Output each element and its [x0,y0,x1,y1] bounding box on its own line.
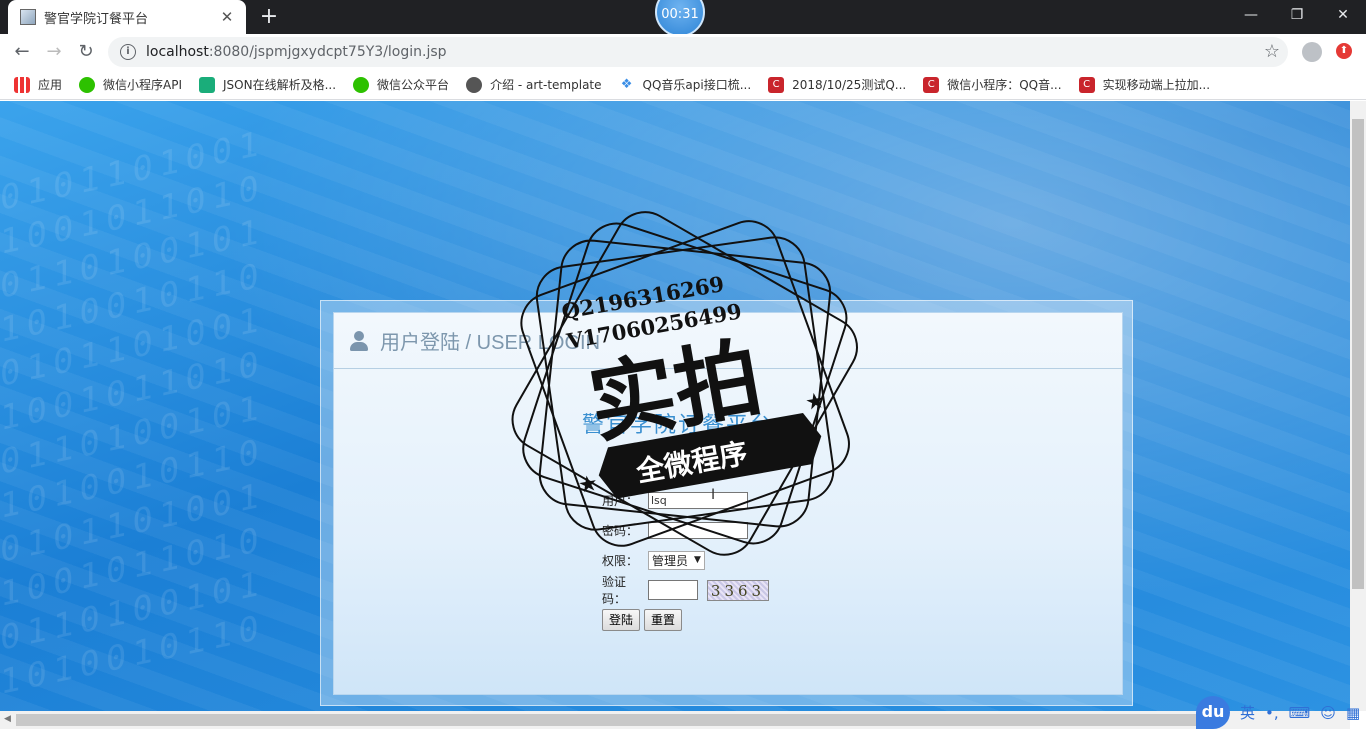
system-title: 警官学院订餐平台 [582,413,775,438]
ime-language-toggle[interactable]: 英 [1240,702,1255,723]
role-label: 权限： [602,553,639,568]
bookmark-item[interactable]: C 微信小程序：QQ音... [923,76,1062,93]
vertical-scrollbar[interactable] [1350,101,1366,711]
wechat-icon [353,76,370,93]
role-row: 权限： 管理员 ▼ [602,545,769,575]
login-header-title: 用户登陆 / USER LOGIN [380,332,601,354]
bookmark-apps[interactable]: 应用 [14,76,62,93]
grid-menu-icon[interactable]: ▦ [1346,704,1360,722]
bookmark-item[interactable]: ❖ QQ音乐api接口梳... [619,76,752,93]
c-icon: C [923,76,940,93]
url-text: localhost:8080/jspmjgxydcpt75Y3/login.js… [146,44,447,60]
tab-strip: 警官学院订餐平台 ✕ + 00:31 — ❐ ✕ [0,0,1366,37]
scroll-left-arrow-icon[interactable]: ◀ [4,714,11,724]
bookmark-item[interactable]: 微信小程序API [79,76,182,93]
user-icon [348,330,370,352]
browser-toolbar: ← → ↻ i localhost:8080/jspmjgxydcpt75Y3/… [0,34,1366,70]
globe-icon [466,76,483,93]
bookmarks-bar: 应用 微信小程序API JSON在线解析及格... 微信公众平台 介绍 - ar… [0,70,1366,100]
text-cursor-icon: I [711,487,716,503]
restore-window-icon[interactable]: ❐ [1274,0,1320,32]
profile-avatar-icon[interactable] [1302,42,1322,62]
horizontal-scrollbar[interactable]: ◀ [0,711,1350,729]
json-icon [199,76,216,93]
bookmark-label: JSON在线解析及格... [223,78,337,92]
wechat-icon [79,76,96,93]
username-input[interactable]: lsq [648,491,748,509]
password-row: 密码： [602,515,769,545]
browser-tab[interactable]: 警官学院订餐平台 ✕ [8,0,246,34]
bookmark-label: 应用 [38,78,63,92]
captcha-row: 验证码： 3363 [602,575,769,606]
bookmark-item[interactable]: JSON在线解析及格... [199,76,336,93]
login-form: 用户： lsq 密码： 权限： 管理员 ▼ 验证码： 3363 登陆 重置 [602,485,769,635]
password-input[interactable] [648,521,748,539]
bookmark-label: 微信公众平台 [377,78,450,92]
bookmark-item[interactable]: C 实现移动端上拉加... [1078,76,1211,93]
username-row: 用户： lsq [602,485,769,515]
bookmark-item[interactable]: 介绍 - art-template [466,76,602,93]
bookmark-label: 2018/10/25测试Q... [792,78,907,92]
login-panel-frame: 用户登陆 / USER LOGIN 警官学院订餐平台 用户： lsq 密码： 权… [320,300,1133,706]
punctuation-icon[interactable]: •, [1265,704,1279,722]
new-tab-button[interactable]: + [256,4,282,30]
ime-toolbar: du 英 •, ⌨ ☺ ▦ [1196,696,1366,729]
role-select-value: 管理员 [652,553,689,568]
c-icon: C [768,76,785,93]
user-account-icon[interactable]: ☺ [1320,704,1336,722]
tab-title: 警官学院订餐平台 [44,11,149,27]
horizontal-scroll-thumb[interactable] [16,714,1216,726]
baidu-ime-logo[interactable]: du [1196,696,1230,729]
reset-button[interactable]: 重置 [644,609,683,631]
minimize-window-icon[interactable]: — [1228,0,1274,32]
url-path: :8080/jspmjgxydcpt75Y3/login.jsp [208,44,447,60]
site-info-icon[interactable]: i [120,44,136,60]
login-button[interactable]: 登陆 [602,609,641,631]
dropdown-arrow-icon: ▼ [694,555,701,565]
captcha-input[interactable] [648,580,698,600]
apps-icon [14,76,30,93]
bookmark-label: 微信小程序API [103,78,183,92]
role-select[interactable]: 管理员 ▼ [648,550,705,570]
reload-icon[interactable]: ↻ [72,38,100,66]
extension-icon[interactable]: ⬆ [1336,43,1352,59]
bookmark-label: 实现移动端上拉加... [1102,78,1211,92]
bookmark-item[interactable]: 微信公众平台 [353,76,449,93]
vertical-scroll-thumb[interactable] [1352,119,1364,589]
password-label: 密码： [602,523,639,538]
login-panel-header: 用户登陆 / USER LOGIN [334,313,1122,369]
address-bar[interactable]: i localhost:8080/jspmjgxydcpt75Y3/login.… [108,37,1288,67]
c-icon: C [1078,76,1095,93]
recording-timer: 00:31 [655,0,705,37]
close-tab-icon[interactable]: ✕ [218,8,236,26]
captcha-image[interactable]: 3363 [707,579,769,601]
bookmark-label: 微信小程序：QQ音... [947,78,1062,92]
page-favicon-icon [20,9,36,25]
back-arrow-icon[interactable]: ← [8,38,36,66]
qq-music-icon: ❖ [620,76,633,92]
keyboard-icon[interactable]: ⌨ [1289,704,1311,722]
bookmark-item[interactable]: C 2018/10/25测试Q... [768,76,906,93]
captcha-label: 验证码： [602,575,627,606]
page-viewport: 0101101001 1001011010 0110100101 1010010110… [0,101,1350,711]
login-panel: 用户登陆 / USER LOGIN 警官学院订餐平台 用户： lsq 密码： 权… [333,312,1123,695]
close-window-icon[interactable]: ✕ [1320,0,1366,32]
button-row: 登陆 重置 [602,605,769,635]
bookmark-label: QQ音乐api接口梳... [642,78,752,92]
forward-arrow-icon[interactable]: → [40,38,68,66]
bookmark-star-icon[interactable]: ☆ [1264,41,1280,62]
url-host: localhost [146,44,209,60]
username-label: 用户： [602,493,639,508]
bookmark-label: 介绍 - art-template [490,78,602,92]
background-digits: 0101101001 1001011010 0110100101 1010010110… [0,122,265,704]
